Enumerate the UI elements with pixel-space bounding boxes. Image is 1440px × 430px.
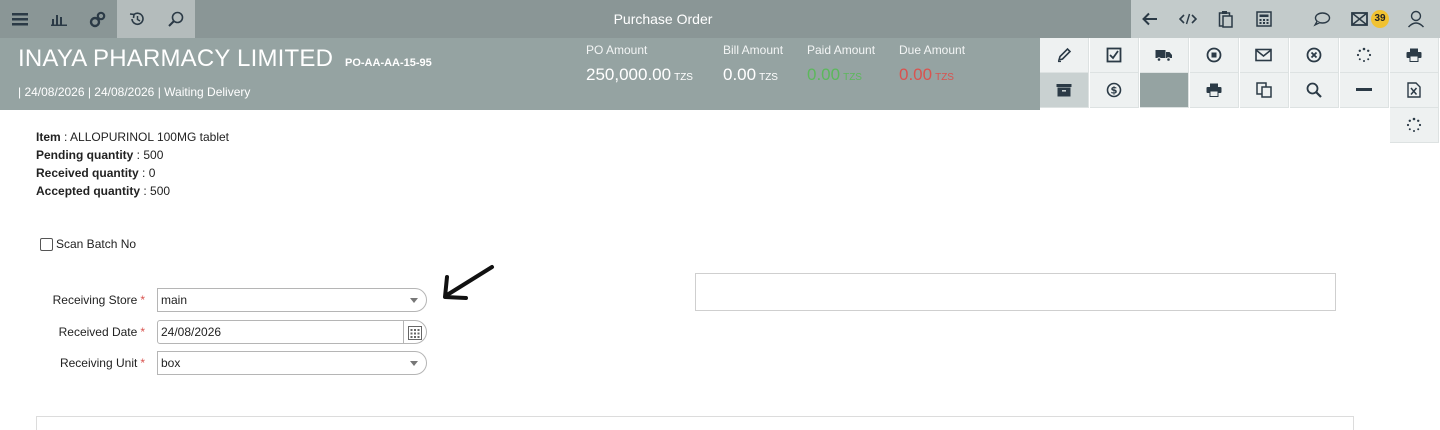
received-date-label: Received Date [58, 325, 138, 339]
annotation-arrow-icon [440, 262, 498, 309]
menu-icon[interactable] [0, 0, 39, 38]
stop-icon[interactable] [1190, 38, 1239, 73]
batch-info-panel [695, 273, 1336, 311]
envelope-icon[interactable] [1240, 38, 1289, 73]
po-amount: PO Amount 250,000.00 TZS [586, 43, 693, 85]
spinner-icon[interactable] [1340, 38, 1389, 73]
po-amount-value: 250,000.00 [586, 65, 672, 84]
receiving-store-label: Receiving Store [52, 293, 138, 307]
po-amount-currency: TZS [674, 72, 693, 83]
user-icon[interactable] [1397, 0, 1435, 38]
empty-action-slot [1140, 73, 1189, 108]
bill-amount-currency: TZS [759, 72, 778, 83]
print-icon[interactable] [1390, 38, 1439, 73]
order-status-line: | 24/08/2026 | 24/08/2026 | Waiting Deli… [18, 85, 251, 99]
search-icon[interactable] [1290, 73, 1339, 108]
due-amount-value: 0.00 [899, 65, 933, 84]
edit-pencil-icon[interactable] [1040, 38, 1089, 73]
chevron-down-icon [410, 361, 418, 366]
pending-label: Pending quantity [36, 148, 134, 162]
required-marker: * [140, 325, 145, 339]
received-date-input[interactable]: 24/08/2026 [158, 321, 404, 343]
due-amount-currency: TZS [935, 72, 954, 83]
top-left-light-group [117, 0, 195, 38]
pending-line: Pending quantity : 500 [36, 148, 164, 162]
search-icon[interactable] [156, 0, 195, 38]
due-amount: Due Amount 0.00 TZS [899, 43, 965, 85]
receiving-store-select[interactable]: main [157, 288, 427, 312]
bill-amount-label: Bill Amount [723, 43, 784, 57]
receiving-unit-select[interactable]: box [157, 351, 427, 375]
company-name: INAYA PHARMACY LIMITED [18, 45, 334, 72]
required-marker: * [140, 356, 145, 370]
scan-batch-label: Scan Batch No [56, 237, 137, 251]
receiving-store-row: Receiving Store * main [0, 288, 430, 312]
calculator-icon[interactable] [1245, 0, 1283, 38]
item-line: Item : ALLOPURINOL 100MG tablet [36, 130, 229, 144]
back-arrow-icon[interactable] [1131, 0, 1169, 38]
cancel-circle-icon[interactable] [1290, 38, 1339, 73]
copy-icon[interactable] [1240, 73, 1289, 108]
spinner-icon[interactable] [1390, 108, 1439, 143]
po-number: PO-AA-AA-15-95 [345, 57, 432, 69]
top-navigation-bar: Purchase Order 39 [0, 0, 1440, 38]
truck-icon[interactable] [1140, 38, 1189, 73]
paid-amount: Paid Amount 0.00 TZS [807, 43, 875, 85]
scan-batch-checkbox[interactable] [40, 237, 53, 251]
settings-gears-icon[interactable] [78, 0, 117, 38]
scan-batch-option[interactable]: Scan Batch No [40, 237, 136, 251]
required-marker: * [140, 293, 145, 307]
receiving-unit-row: Receiving Unit * box [0, 351, 430, 375]
chevron-down-icon [410, 298, 418, 303]
bill-amount-value: 0.00 [723, 65, 757, 84]
clipboard-icon[interactable] [1207, 0, 1245, 38]
svg-text:$: $ [1111, 86, 1118, 97]
received-value: 0 [148, 166, 156, 180]
chat-icon[interactable] [1303, 0, 1341, 38]
item-value: ALLOPURINOL 100MG tablet [70, 130, 229, 144]
bill-amount: Bill Amount 0.00 TZS [723, 43, 783, 85]
dollar-icon[interactable]: $ [1090, 73, 1139, 108]
paid-amount-value: 0.00 [807, 65, 841, 84]
paid-amount-currency: TZS [843, 72, 862, 83]
received-line: Received quantity : 0 [36, 166, 156, 180]
received-date-field[interactable]: 24/08/2026 [157, 320, 427, 344]
received-label: Received quantity [36, 166, 139, 180]
archive-icon[interactable] [1040, 73, 1089, 108]
excel-icon[interactable] [1390, 73, 1439, 108]
top-right-toolbar [1131, 0, 1440, 38]
item-details: Item : ALLOPURINOL 100MG tablet Pending … [36, 128, 229, 200]
receiving-unit-value: box [161, 356, 181, 370]
accepted-line: Accepted quantity : 500 [36, 184, 171, 198]
bar-chart-icon[interactable] [39, 0, 78, 38]
pending-value: 500 [143, 148, 164, 162]
order-header: INAYA PHARMACY LIMITED PO-AA-AA-15-95 | … [0, 38, 1040, 110]
history-icon[interactable] [117, 0, 156, 38]
notification-badge[interactable]: 39 [1371, 10, 1389, 28]
item-label: Item [36, 130, 61, 144]
paid-amount-label: Paid Amount [807, 43, 876, 57]
receiving-store-value: main [161, 293, 188, 307]
page-title: Purchase Order [613, 11, 713, 27]
due-amount-label: Due Amount [899, 43, 966, 57]
top-left-toolbar [0, 0, 195, 38]
code-icon[interactable] [1169, 0, 1207, 38]
accepted-value: 500 [150, 184, 171, 198]
receiving-unit-label: Receiving Unit [59, 356, 138, 370]
minus-icon[interactable] [1340, 73, 1389, 108]
accepted-label: Accepted quantity [36, 184, 141, 198]
received-date-row: Received Date * 24/08/2026 [0, 320, 430, 344]
calendar-icon[interactable] [408, 325, 422, 347]
print-icon[interactable] [1190, 73, 1239, 108]
checklist-icon[interactable] [1090, 38, 1139, 73]
po-amount-label: PO Amount [586, 43, 648, 57]
